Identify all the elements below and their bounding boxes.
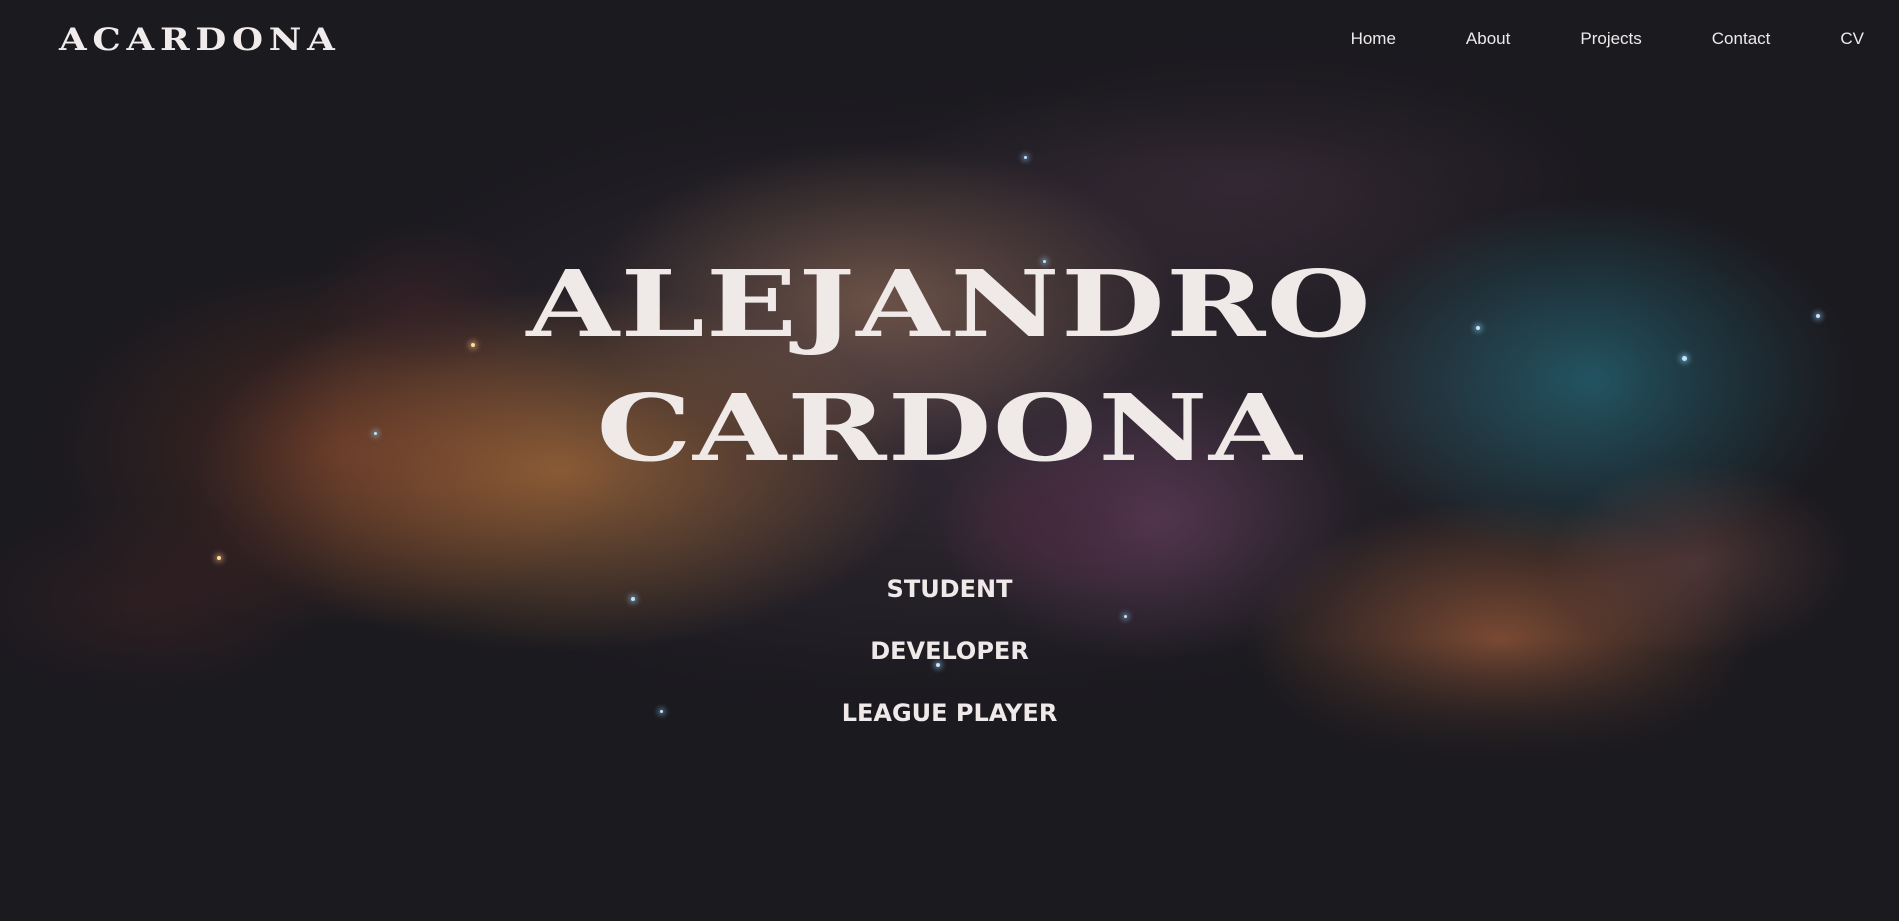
main-nav: Home About Projects Contact CV xyxy=(1351,28,1864,50)
hero-name-last-text: CARDONA xyxy=(596,374,1303,482)
role-developer: DEVELOPER xyxy=(870,637,1029,665)
nav-link-cv[interactable]: CV xyxy=(1840,28,1864,50)
hero-name-first-text: ALEJANDRO xyxy=(526,250,1373,358)
hero-name-first: ALEJANDRO xyxy=(0,258,1899,350)
nav-link-contact[interactable]: Contact xyxy=(1712,28,1771,50)
hero-name-last: CARDONA xyxy=(0,382,1899,474)
nav-link-home[interactable]: Home xyxy=(1351,28,1396,50)
site-logo[interactable]: ACARDONA xyxy=(59,22,341,58)
nav-link-about[interactable]: About xyxy=(1466,28,1510,50)
role-student: STUDENT xyxy=(886,575,1013,603)
role-league-player: LEAGUE PLAYER xyxy=(841,699,1058,727)
nav-link-projects[interactable]: Projects xyxy=(1580,28,1641,50)
